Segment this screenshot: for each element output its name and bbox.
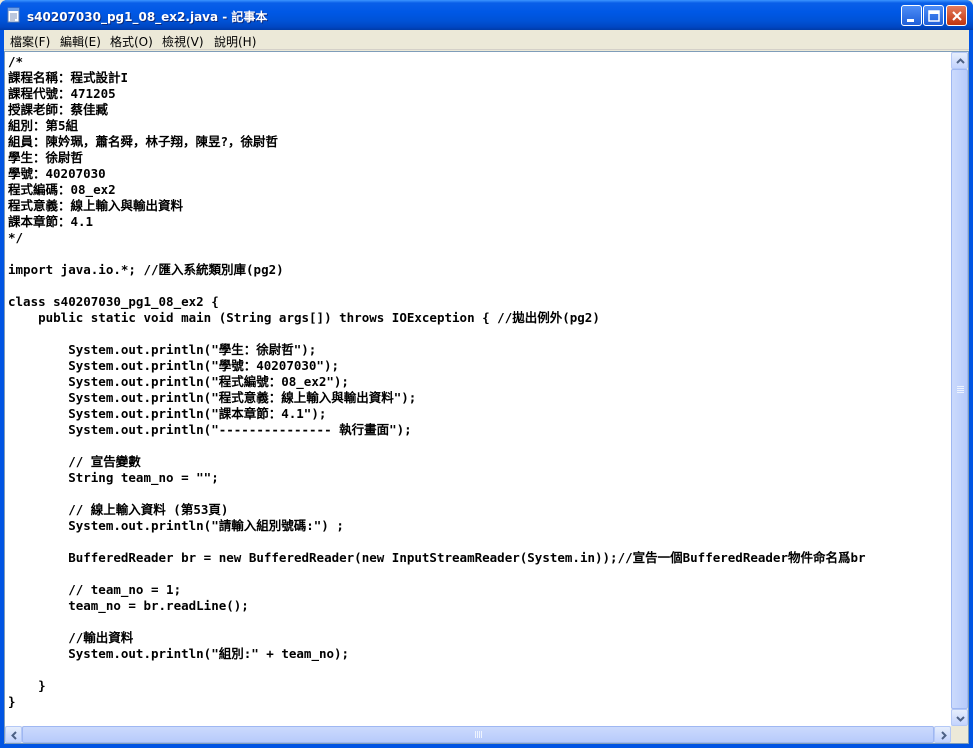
arrow-up-icon: [956, 58, 965, 64]
notepad-window: s40207030_pg1_08_ex2.java - 記事本 檔案(F) 編輯…: [0, 0, 973, 748]
horizontal-scrollbar[interactable]: [5, 726, 951, 743]
scroll-right-button[interactable]: [934, 726, 951, 743]
arrow-left-icon: [11, 731, 17, 740]
close-icon: [952, 11, 962, 21]
menu-help[interactable]: 說明(H): [214, 33, 256, 50]
minimize-button[interactable]: [901, 5, 922, 26]
arrow-right-icon: [941, 731, 947, 740]
minimize-icon: [907, 19, 914, 22]
notepad-icon: [7, 7, 20, 23]
text-area[interactable]: /* 課程名稱：程式設計I 課程代號：471205 授課老師：蔡佳臧 組別：第5…: [5, 52, 951, 726]
horizontal-scroll-thumb[interactable]: [22, 726, 934, 743]
maximize-button[interactable]: [923, 5, 944, 26]
maximize-icon: [928, 10, 940, 22]
menu-file[interactable]: 檔案(F): [10, 33, 50, 50]
menu-edit[interactable]: 編輯(E): [60, 33, 101, 50]
menu-view[interactable]: 檢視(V): [162, 33, 204, 50]
close-button[interactable]: [946, 5, 967, 26]
window-title: s40207030_pg1_08_ex2.java - 記事本: [27, 10, 268, 24]
menu-format[interactable]: 格式(O): [110, 33, 153, 50]
vertical-scrollbar[interactable]: [951, 52, 968, 726]
title-bar[interactable]: s40207030_pg1_08_ex2.java - 記事本: [0, 0, 973, 30]
scroll-down-button[interactable]: [951, 709, 968, 726]
scroll-up-button[interactable]: [951, 52, 968, 69]
text-editor[interactable]: /* 課程名稱：程式設計I 課程代號：471205 授課老師：蔡佳臧 組別：第5…: [4, 51, 969, 744]
scroll-left-button[interactable]: [5, 726, 22, 743]
client-area: 檔案(F) 編輯(E) 格式(O) 檢視(V) 說明(H) /* 課程名稱：程式…: [4, 30, 969, 744]
arrow-down-icon: [956, 716, 965, 722]
size-grip[interactable]: [951, 726, 968, 743]
menu-bar: 檔案(F) 編輯(E) 格式(O) 檢視(V) 說明(H): [4, 30, 969, 50]
document-text[interactable]: /* 課程名稱：程式設計I 課程代號：471205 授課老師：蔡佳臧 組別：第5…: [8, 54, 866, 710]
vertical-scroll-thumb[interactable]: [951, 69, 968, 709]
